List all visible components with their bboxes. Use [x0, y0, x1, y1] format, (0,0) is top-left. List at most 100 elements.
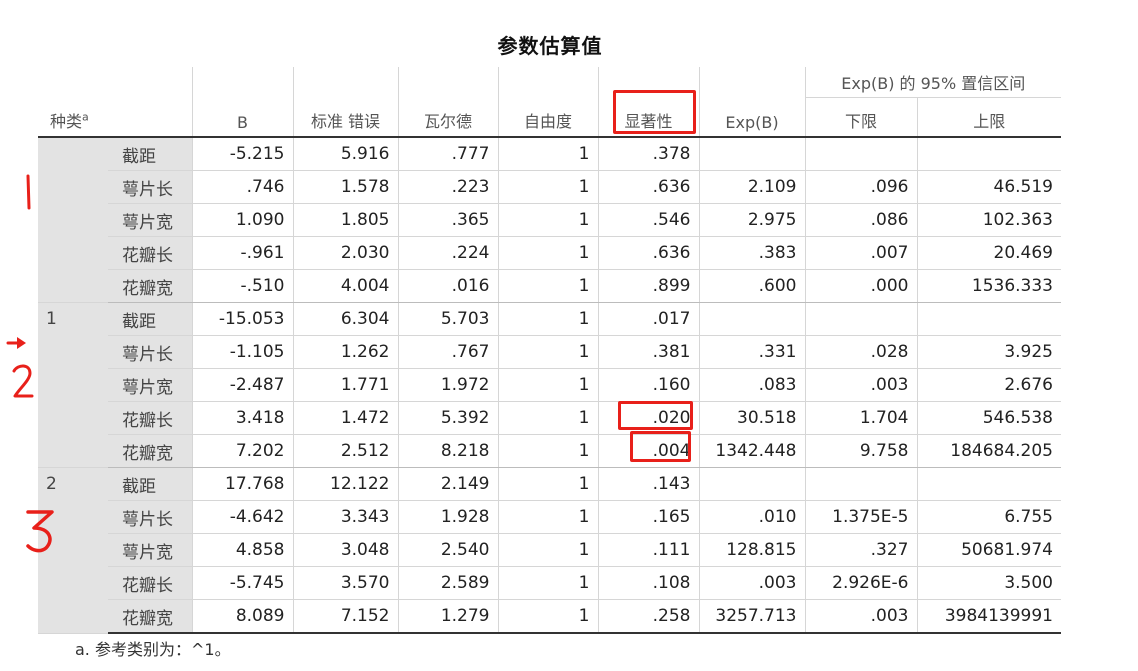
lower-cell: .000 — [804, 269, 917, 303]
expb-cell — [698, 302, 805, 336]
expb-cell: .600 — [698, 269, 805, 303]
table-row: 花瓣长 -.961 2.030.224 1.636.383.007 20.469 — [38, 236, 1061, 270]
upper-cell: 3.500 — [916, 566, 1061, 600]
table-row: 2 截距 17.768 12.122 2.149 1.143 — [38, 467, 1061, 634]
parameter-label: 萼片宽 — [108, 533, 192, 567]
lower-cell: .028 — [804, 335, 917, 369]
b-cell: -.510 — [191, 269, 293, 303]
se-cell: 2.030 — [292, 236, 398, 270]
sig-cell: .143 — [597, 467, 699, 501]
se-cell: 2.512 — [292, 434, 398, 468]
df-cell: 1 — [497, 566, 598, 600]
wald-cell: 5.392 — [397, 401, 498, 435]
table-row: 萼片长 .746 1.578.223 1.636 2.109.096 46.519 — [38, 170, 1061, 204]
se-cell: 1.771 — [292, 368, 398, 402]
sig-cell: .160 — [597, 368, 699, 402]
parameter-label: 花瓣长 — [108, 401, 192, 435]
lower-cell — [804, 137, 917, 171]
se-cell: 1.578 — [292, 170, 398, 204]
expb-cell: .383 — [698, 236, 805, 270]
table-row: 萼片宽 -2.487 1.771 1.972 1.160.083.003 2.676 — [38, 368, 1061, 402]
df-cell: 1 — [497, 269, 598, 303]
b-cell: -4.642 — [191, 500, 293, 534]
expb-cell: 30.518 — [698, 401, 805, 435]
b-cell: 17.768 — [191, 467, 293, 501]
header-row-top: Exp(B) 的 95% 置信区间 — [38, 67, 1061, 98]
upper-cell: 184684.205 — [916, 434, 1061, 468]
table-row: 萼片宽 1.090 1.805.365 1.546 2.975.086 102.363 — [38, 203, 1061, 237]
footnote: a. 参考类别为：^1。 — [75, 640, 231, 659]
lower-cell — [804, 467, 917, 501]
df-cell: 1 — [497, 302, 598, 336]
se-cell: 3.048 — [292, 533, 398, 567]
b-cell: 3.418 — [191, 401, 293, 435]
df-cell: 1 — [497, 170, 598, 204]
df-cell: 1 — [497, 368, 598, 402]
wald-cell: 2.589 — [397, 566, 498, 600]
upper-cell: 2.676 — [916, 368, 1061, 402]
upper-cell — [916, 302, 1061, 336]
table-title: 参数估算值 — [497, 34, 603, 58]
wald-cell: 8.218 — [397, 434, 498, 468]
df-cell: 1 — [497, 236, 598, 270]
lower-cell: .327 — [804, 533, 917, 567]
wald-cell: .016 — [397, 269, 498, 303]
group-label — [38, 137, 108, 303]
ci-lower-header: 下限 — [804, 97, 917, 138]
table-row: 萼片宽 4.858 3.048 2.540 1.111 128.815.327 50681.… — [38, 533, 1061, 567]
parameter-label: 花瓣宽 — [108, 269, 192, 303]
sig-header-highlight — [613, 90, 696, 134]
parameter-estimates-table: Exp(B) 的 95% 置信区间 种类a B 标准 错误 瓦尔德 自由度 显著… — [38, 67, 1061, 634]
sig-value-highlight-1 — [618, 401, 693, 430]
table-row: 花瓣宽 8.089 7.152 1.279 1.258 3257.713.003 39841… — [38, 599, 1061, 634]
parameter-label: 花瓣长 — [108, 236, 192, 270]
table-row: 萼片长 -1.105 1.262.767 1.381.331.028 3.925 — [38, 335, 1061, 369]
b-cell: -5.215 — [191, 137, 293, 171]
se-cell: 3.570 — [292, 566, 398, 600]
df-cell: 1 — [497, 401, 598, 435]
df-cell: 1 — [497, 434, 598, 468]
expb-cell: 3257.713 — [698, 599, 805, 634]
upper-cell: 46.519 — [916, 170, 1061, 204]
expb-cell: 1342.448 — [698, 434, 805, 468]
se-cell: 1.805 — [292, 203, 398, 237]
b-cell: -15.053 — [191, 302, 293, 336]
parameter-label: 萼片宽 — [108, 203, 192, 237]
handwritten-1-icon — [26, 174, 31, 210]
table-row: 花瓣长 3.418 1.472 5.392 1.020 30.518 1.704 546.53… — [38, 401, 1061, 435]
sig-cell: .636 — [597, 236, 699, 270]
b-cell: -1.105 — [191, 335, 293, 369]
expb-cell: 128.815 — [698, 533, 805, 567]
wald-cell: .767 — [397, 335, 498, 369]
wald-cell: 2.149 — [397, 467, 498, 501]
upper-cell: 3.925 — [916, 335, 1061, 369]
sig-cell: .378 — [597, 137, 699, 171]
df-header: 自由度 — [497, 97, 598, 138]
sig-value-highlight-2 — [630, 431, 691, 462]
footnote-ref: a — [82, 110, 89, 124]
df-cell: 1 — [497, 599, 598, 634]
upper-cell: 3984139991 — [916, 599, 1061, 634]
table-row: 萼片长 -4.642 3.343 1.928 1.165.010 1.375E-5 6.75… — [38, 500, 1061, 534]
upper-cell: 102.363 — [916, 203, 1061, 237]
b-header: B — [191, 97, 293, 138]
wald-header: 瓦尔德 — [397, 97, 498, 138]
wald-cell: .777 — [397, 137, 498, 171]
lower-cell: .007 — [804, 236, 917, 270]
wald-cell: .365 — [397, 203, 498, 237]
table-row: 截距 -5.215 5.916.777 1.378 — [38, 137, 1061, 303]
b-cell: -5.745 — [191, 566, 293, 600]
expb-cell — [698, 137, 805, 171]
upper-cell: 50681.974 — [916, 533, 1061, 567]
sig-cell: .899 — [597, 269, 699, 303]
wald-cell: 5.703 — [397, 302, 498, 336]
parameter-label: 萼片长 — [108, 170, 192, 204]
upper-cell: 1536.333 — [916, 269, 1061, 303]
df-cell: 1 — [497, 467, 598, 501]
se-cell: 5.916 — [292, 137, 398, 171]
table-row: 1 截距 -15.053 6.304 5.703 1.017 — [38, 302, 1061, 468]
se-cell: 7.152 — [292, 599, 398, 634]
ci-header: Exp(B) 的 95% 置信区间 — [804, 67, 1061, 98]
lower-cell: 1.704 — [804, 401, 917, 435]
sig-cell: .108 — [597, 566, 699, 600]
